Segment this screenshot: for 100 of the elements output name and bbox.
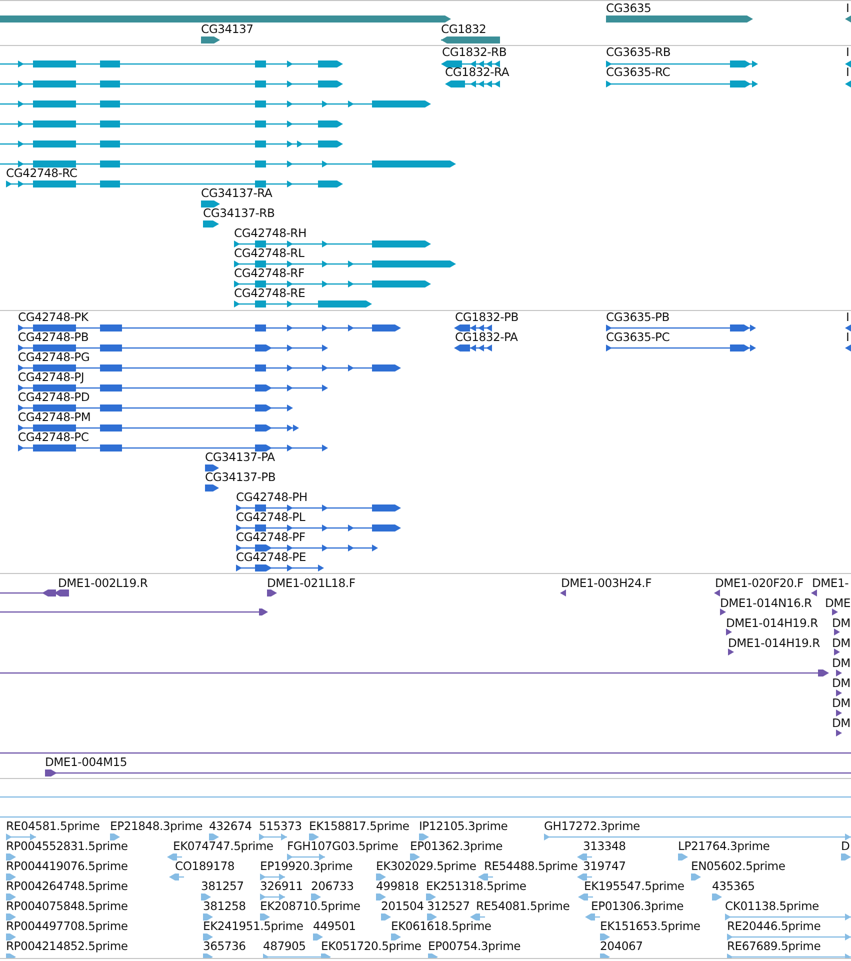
feature-label: 435365: [712, 879, 755, 893]
feature-label: I: [846, 330, 850, 344]
feature-label: CG34137-RA: [201, 186, 272, 200]
feature-label: 201504: [381, 899, 424, 913]
feature-label: I: [846, 65, 850, 79]
feature-label: CG42748-PG: [18, 350, 90, 364]
feature-label: CG3635-PC: [606, 330, 670, 344]
feature-label: DME1-021L18.F: [267, 576, 356, 590]
feature-label: DM: [832, 716, 850, 730]
feature-label: DME1-014N16.R: [720, 596, 812, 610]
feature-label: IP12105.3prime: [419, 819, 508, 833]
feature-label: I: [846, 311, 850, 324]
feature-label: CG42748-PC: [18, 430, 89, 444]
feature-label: 499818: [376, 879, 419, 893]
feature-label: EK208710.5prime: [260, 899, 360, 913]
feature-label: 365736: [203, 939, 246, 953]
feature-label: CG34137: [201, 22, 254, 36]
feature-label: CG42748-PJ: [18, 370, 84, 384]
feature-label: CK01138.5prime: [725, 899, 819, 913]
feature-label: DM: [832, 656, 850, 670]
feature-label: EK051720.5prime: [321, 939, 422, 953]
feature-label: RE67689.5prime: [727, 939, 821, 953]
feature-label: DME1-014H19.R: [728, 636, 820, 650]
feature-label: DME1-002L19.R: [58, 576, 148, 590]
feature-label: EK151653.5prime: [600, 919, 700, 933]
feature-label: RP004264748.5prime: [6, 879, 128, 893]
feature-label: 515373: [259, 819, 302, 833]
feature-label: DME1-020F20.F: [715, 576, 804, 590]
feature-label: EK074747.5prime: [173, 839, 274, 853]
feature-label: 204067: [600, 939, 643, 953]
feature-label: CG3635-RB: [606, 46, 671, 59]
feature-label: CO189178: [175, 859, 234, 873]
feature-label: EK061618.5prime: [391, 919, 492, 933]
feature-label: RP004497708.5prime: [6, 919, 128, 933]
feature-label: DME1-004M15: [45, 755, 127, 769]
feature-label: RP004075848.5prime: [6, 899, 128, 913]
feature-label: CG42748-PD: [18, 390, 90, 404]
feature-label: CG3635: [606, 1, 652, 15]
feature-label: RE04581.5prime: [6, 819, 100, 833]
feature-label: EK251318.5prime: [426, 879, 526, 893]
feature-label: EP00754.3prime: [428, 939, 521, 953]
feature-label: CG42748-RF: [234, 266, 304, 280]
feature-label: CG42748-PF: [236, 530, 306, 544]
feature-label: DME1-: [812, 576, 849, 590]
feature-label: CG42748-RH: [234, 226, 306, 240]
feature-label: I: [846, 1, 850, 15]
feature-label: CG34137-RB: [203, 206, 275, 220]
feature-label: DM: [832, 616, 850, 630]
feature-label: EK195547.5prime: [584, 879, 684, 893]
feature-label: 449501: [313, 919, 356, 933]
feature-label: DME1-003H24.F: [561, 576, 652, 590]
feature-label: CG1832-RB: [442, 46, 507, 59]
feature-label: CG34137-PB: [205, 470, 276, 484]
feature-label: EK241951.5prime: [203, 919, 304, 933]
feature-label: DME: [825, 596, 851, 610]
feature-label: CG3635-RC: [606, 65, 670, 79]
feature-label: EP21848.3prime: [110, 819, 203, 833]
feature-label: 206733: [311, 879, 354, 893]
feature-label: RE54081.5prime: [476, 899, 570, 913]
feature-label: DME1-014H19.R: [726, 616, 818, 630]
feature-label: RE54488.5prime: [484, 859, 578, 873]
feature-label: CG1832-RA: [445, 65, 510, 79]
feature-label: LP21764.3prime: [678, 839, 770, 853]
feature-label: CG1832-PA: [455, 330, 518, 344]
feature-label: CG42748-PH: [236, 490, 308, 504]
feature-label: CG1832-PB: [455, 311, 518, 324]
feature-label: EP01362.3prime: [410, 839, 503, 853]
feature-label: RE20446.5prime: [727, 919, 821, 933]
feature-label: GH17272.3prime: [544, 819, 640, 833]
feature-label: DM: [832, 676, 850, 690]
feature-label: RP004419076.5prime: [6, 859, 128, 873]
feature-label: CG42748-PB: [18, 330, 89, 344]
feature-label: 487905: [263, 939, 306, 953]
feature-label: RP004552831.5prime: [6, 839, 128, 853]
feature-label: CG42748-PM: [18, 410, 91, 424]
feature-label: CG34137-PA: [205, 450, 275, 464]
feature-label: 381258: [203, 899, 246, 913]
feature-label: RP004214852.5prime: [6, 939, 128, 953]
feature-label: CG42748-RL: [234, 246, 304, 260]
feature-label: EK302029.5prime: [376, 859, 476, 873]
feature-label: 432674: [209, 819, 252, 833]
feature-label: EP19920.3prime: [260, 859, 353, 873]
feature-label: 319747: [583, 859, 626, 873]
feature-label: EP01306.3prime: [591, 899, 684, 913]
feature-label: DM: [832, 696, 850, 710]
feature-label: FGH107G03.5prime: [287, 839, 398, 853]
feature-label: CG3635-PB: [606, 311, 670, 324]
feature-label: CG42748-PE: [236, 550, 306, 564]
feature-label: 381257: [201, 879, 244, 893]
feature-label: I: [846, 46, 850, 59]
feature-label: CG42748-RE: [234, 286, 306, 300]
feature-label: CG1832: [441, 22, 486, 36]
feature-label: CG42748-RC: [6, 166, 78, 180]
feature-label: DM: [832, 636, 850, 650]
feature-label: CG42748-PL: [236, 510, 306, 524]
feature-label: EN05602.5prime: [691, 859, 786, 873]
feature-label: D: [841, 839, 850, 853]
feature-label: 312527: [427, 899, 470, 913]
feature-label: CG42748-PK: [18, 311, 88, 324]
feature-label: 326911: [260, 879, 303, 893]
